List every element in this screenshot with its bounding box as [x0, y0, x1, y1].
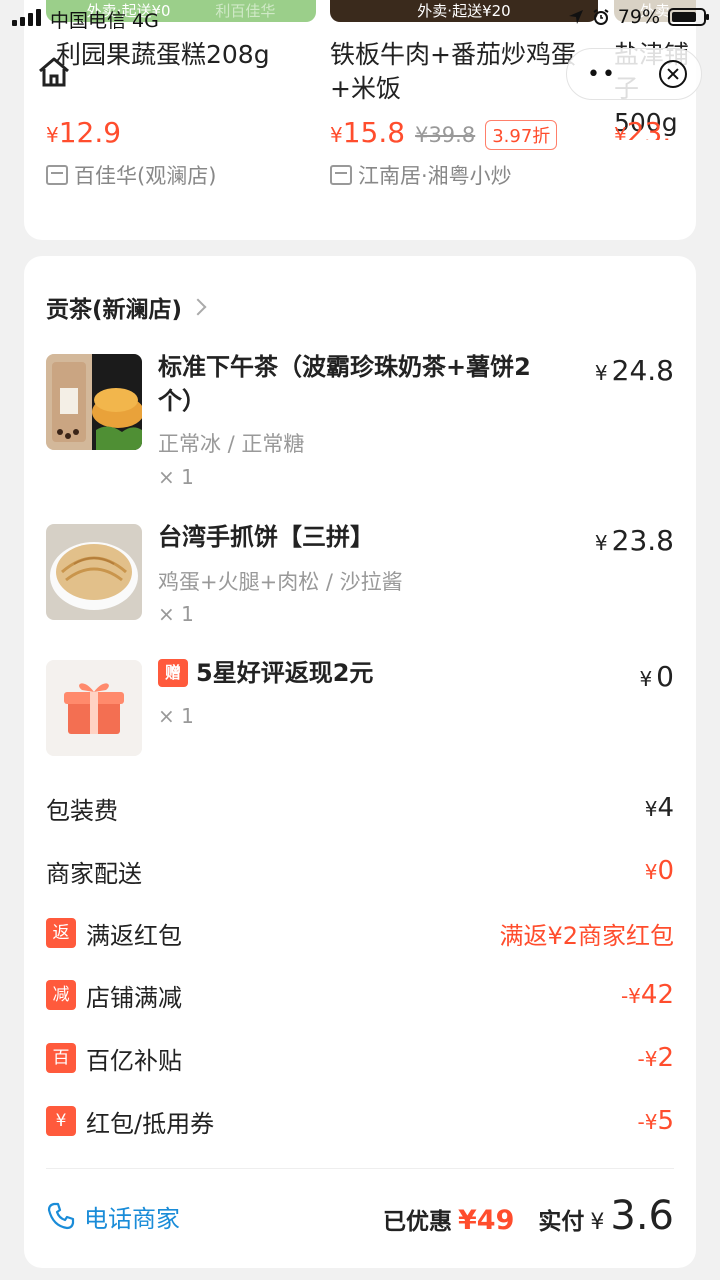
- item-quantity: × 1: [158, 704, 194, 728]
- fee-label: 满返红包: [86, 921, 182, 950]
- item-price: ¥0: [639, 660, 674, 693]
- recommendation-card: 外卖·起送¥0 利百佳华 利园果蔬蛋糕208g ¥12.9 百佳华(观澜店) 外…: [24, 0, 696, 240]
- order-footer: 电话商家 已优惠 ¥49 实付 ¥ 3.6: [46, 1186, 674, 1246]
- item-name: 赠 5星好评返现2元: [158, 656, 538, 690]
- battery-icon: [668, 8, 709, 26]
- discount-tag: 3.97折: [485, 120, 558, 150]
- paid-currency: ¥: [590, 1210, 605, 1235]
- fee-label: 包装费: [46, 796, 118, 825]
- product-image: [46, 524, 142, 620]
- carrier-label: 中国电信 4G: [50, 10, 159, 32]
- order-card: 贡茶(新澜店) 标准下午茶（波霸珍珠奶茶+薯饼2个） 正常冰 / 正常糖 × 1…: [24, 256, 696, 1268]
- fee-row-packaging: 包装费 ¥4: [46, 788, 674, 828]
- fee-value: -¥2: [637, 1043, 675, 1073]
- recommendation-shop: 江南居·湘粤小炒: [330, 160, 512, 190]
- product-image: [46, 354, 142, 450]
- gift-box-icon: [46, 660, 142, 756]
- paid-label: 实付: [538, 1209, 585, 1235]
- fee-value: -¥42: [620, 980, 674, 1010]
- fee-row-store-discount: 减店铺满减 -¥42: [46, 975, 674, 1015]
- saved-amount: ¥49: [458, 1205, 515, 1236]
- order-totals: 已优惠 ¥49 实付 ¥ 3.6: [383, 1193, 674, 1239]
- status-bar: 中国电信 4G 79%: [0, 0, 720, 36]
- fee-value: ¥4: [644, 793, 674, 823]
- fee-row-delivery: 商家配送 ¥0: [46, 851, 674, 891]
- item-name: 标准下午茶（波霸珍珠奶茶+薯饼2个）: [158, 353, 531, 415]
- phone-icon: [47, 1202, 75, 1230]
- cashback-badge: 返: [46, 918, 76, 948]
- fee-row-coupon: ¥ 红包/抵用券 -¥5: [46, 1101, 674, 1141]
- fee-label: 百亿补贴: [86, 1046, 182, 1075]
- coupon-badge: ¥: [46, 1106, 76, 1136]
- home-icon[interactable]: [36, 54, 72, 90]
- paid-amount: 3.6: [610, 1193, 674, 1239]
- discount-badge: 减: [46, 980, 76, 1010]
- shop-name-link[interactable]: 贡茶(新澜店): [46, 290, 207, 324]
- fee-row-subsidy: 百百亿补贴 -¥2: [46, 1038, 674, 1078]
- alarm-icon: [593, 9, 609, 25]
- fee-value: ¥0: [644, 856, 674, 886]
- close-icon[interactable]: [659, 60, 687, 88]
- fee-label: 商家配送: [46, 859, 142, 888]
- saved-label: 已优惠: [383, 1209, 452, 1235]
- more-icon[interactable]: ••: [587, 62, 617, 87]
- fee-label: 店铺满减: [86, 983, 182, 1012]
- fee-value: -¥5: [637, 1106, 675, 1136]
- order-item: 台湾手抓饼【三拼】 鸡蛋+火腿+肉松 / 沙拉酱 × 1 ¥23.8: [46, 523, 674, 634]
- shop-icon: [46, 165, 68, 185]
- item-spec: 鸡蛋+火腿+肉松 / 沙拉酱: [158, 570, 403, 594]
- battery-percent: 79%: [617, 6, 660, 28]
- item-name: 台湾手抓饼【三拼】: [158, 523, 374, 551]
- recommendation-title: 利园果蔬蛋糕208g: [56, 40, 270, 69]
- recommendation-price: ¥15.8 ¥39.8 3.97折: [330, 116, 558, 150]
- shop-icon: [330, 165, 352, 185]
- item-price: ¥23.8: [594, 524, 674, 557]
- item-quantity: × 1: [158, 602, 194, 626]
- chevron-right-icon: [189, 298, 207, 316]
- recommendation-price: ¥23.: [614, 116, 672, 140]
- order-item: 标准下午茶（波霸珍珠奶茶+薯饼2个） 正常冰 / 正常糖 × 1 ¥24.8: [46, 353, 674, 494]
- shop-name: 贡茶(新澜店): [46, 297, 183, 323]
- item-quantity: × 1: [158, 465, 194, 489]
- recommendation-price: ¥12.9: [46, 116, 122, 149]
- call-merchant-label: 电话商家: [84, 1204, 180, 1233]
- signal-icon: [12, 8, 41, 26]
- recommendation-title: 铁板牛肉+番茄炒鸡蛋+米饭: [330, 40, 576, 103]
- capsule-menu: ••: [566, 48, 702, 100]
- order-item: 赠 5星好评返现2元 × 1 ¥0: [46, 659, 674, 760]
- location-icon: [568, 10, 583, 24]
- item-price: ¥24.8: [594, 354, 674, 387]
- fee-label: 红包/抵用券: [86, 1109, 215, 1138]
- call-merchant-button[interactable]: 电话商家: [46, 1199, 180, 1234]
- divider: [46, 1168, 674, 1169]
- item-spec: 正常冰 / 正常糖: [158, 432, 305, 456]
- fee-row-cashback: 返满返红包 满返¥2商家红包: [46, 913, 674, 953]
- fee-value: 满返¥2商家红包: [499, 921, 674, 950]
- recommendation-shop: 百佳华(观澜店): [46, 160, 216, 190]
- original-price: ¥39.8: [415, 123, 476, 147]
- gift-tag: 赠: [158, 659, 188, 687]
- subsidy-badge: 百: [46, 1043, 76, 1073]
